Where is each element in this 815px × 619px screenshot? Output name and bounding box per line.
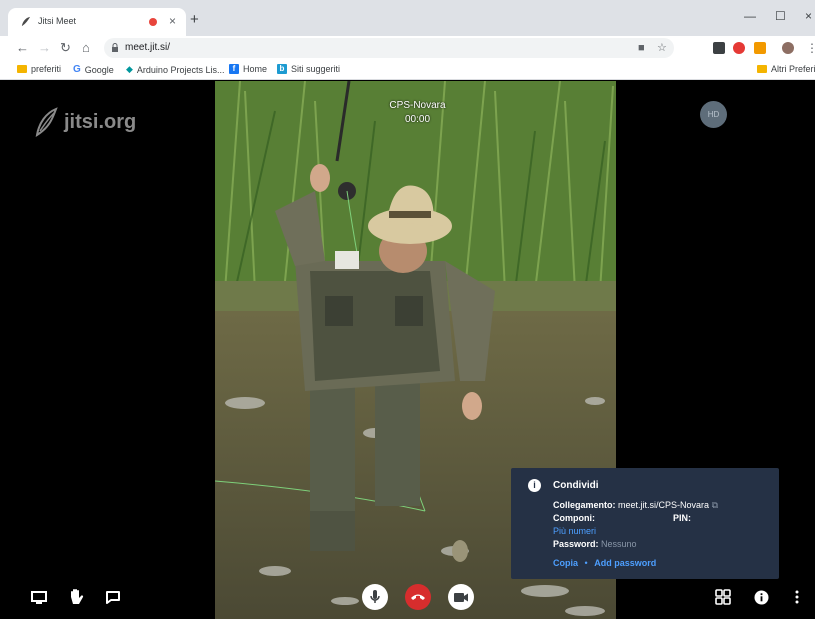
- more-options-button[interactable]: [790, 587, 804, 607]
- bing-icon: b: [277, 64, 287, 74]
- url-text: meet.jit.si/: [125, 42, 171, 53]
- tile-view-button[interactable]: [713, 587, 733, 607]
- bookmark-home[interactable]: f Home: [229, 64, 267, 74]
- bookmark-siti-suggeriti[interactable]: b Siti suggeriti: [277, 64, 340, 74]
- reload-icon[interactable]: ↻: [60, 39, 71, 57]
- jitsi-favicon-icon: [21, 16, 31, 27]
- dial-in-label: Componi:: [553, 513, 595, 523]
- hangup-button[interactable]: [405, 584, 431, 610]
- room-name: CPS-Novara: [389, 100, 446, 111]
- meeting-link[interactable]: meet.jit.si/CPS-Novara: [618, 500, 709, 510]
- dial-in-row: Componi: PIN:: [553, 513, 691, 523]
- recording-indicator-icon: [149, 18, 157, 26]
- actions-separator: •: [584, 558, 588, 568]
- info-actions: Copia • Add password: [553, 558, 656, 568]
- facebook-icon: f: [229, 64, 239, 74]
- bookmark-arduino[interactable]: ◆ Arduino Projects Lis...: [126, 64, 224, 75]
- lock-icon: [112, 43, 118, 52]
- jitsi-logo[interactable]: jitsi.org: [34, 107, 136, 137]
- share-screen-button[interactable]: [30, 589, 48, 607]
- maximize-button[interactable]: ☐: [775, 9, 786, 23]
- profile-avatar-icon[interactable]: [782, 42, 794, 54]
- home-icon[interactable]: ⌂: [82, 39, 90, 57]
- video-camera-icon: [454, 592, 468, 602]
- password-row: Password: Nessuno: [553, 539, 637, 549]
- more-vertical-icon: [795, 590, 799, 604]
- phone-hangup-icon: [411, 594, 425, 600]
- browser-toolbar: ← → ↻ ⌂ meet.jit.si/ ■ ☆ ⋮: [0, 36, 815, 60]
- more-numbers-link[interactable]: Più numeri: [553, 526, 596, 536]
- browser-window: Jitsi Meet × + — ☐ × ← → ↻ ⌂ meet.jit.si…: [0, 0, 815, 619]
- copy-link-icon[interactable]: ⧉: [712, 500, 718, 510]
- extension-reader-icon[interactable]: [713, 42, 725, 54]
- info-icon: i: [528, 479, 541, 492]
- call-timer: 00:00: [404, 114, 431, 125]
- tab-title: Jitsi Meet: [38, 16, 77, 26]
- copy-button[interactable]: Copia: [553, 558, 578, 568]
- tab-strip: Jitsi Meet × + — ☐ ×: [0, 0, 815, 36]
- camera-button[interactable]: [448, 584, 474, 610]
- folder-icon: [17, 65, 27, 73]
- video-quality-badge[interactable]: HD: [700, 101, 727, 128]
- bookmark-star-icon[interactable]: ☆: [657, 42, 667, 54]
- tab-jitsi-meet[interactable]: Jitsi Meet ×: [8, 8, 186, 36]
- chat-icon: [106, 590, 120, 604]
- raise-hand-button[interactable]: [66, 587, 86, 607]
- bookmark-preferiti[interactable]: preferiti: [17, 64, 61, 74]
- password-value: Nessuno: [601, 539, 637, 549]
- microphone-button[interactable]: [362, 584, 388, 610]
- forward-icon[interactable]: →: [38, 39, 51, 57]
- meeting-link-row: Collegamento: meet.jit.si/CPS-Novara ⧉: [553, 500, 719, 510]
- meeting-stage: jitsi.org CPS-Novara 00:00 HD i Condivid…: [0, 81, 815, 619]
- chat-button[interactable]: [104, 588, 122, 606]
- bookmark-google[interactable]: G Google: [73, 64, 114, 75]
- microphone-icon: [370, 590, 380, 603]
- browser-menu-icon[interactable]: ⋮: [806, 39, 815, 57]
- logo-text: jitsi.org: [64, 110, 137, 133]
- address-bar[interactable]: meet.jit.si/ ■ ☆: [104, 38, 674, 58]
- info-panel-title: Condividi: [553, 480, 599, 491]
- google-icon: G: [73, 64, 81, 75]
- tab-close-icon[interactable]: ×: [169, 13, 176, 29]
- arduino-icon: ◆: [126, 64, 133, 74]
- jitsi-leaf-icon: [35, 107, 58, 137]
- meeting-info-panel: i Condividi Collegamento: meet.jit.si/CP…: [511, 468, 779, 579]
- new-tab-button[interactable]: +: [190, 12, 199, 28]
- minimize-button[interactable]: —: [744, 9, 756, 23]
- tile-view-icon: [715, 589, 731, 605]
- pin-label: PIN:: [673, 513, 691, 523]
- close-window-button[interactable]: ×: [805, 9, 812, 23]
- screen-share-icon: [31, 591, 47, 604]
- raise-hand-icon: [71, 589, 84, 604]
- folder-icon: [757, 65, 767, 73]
- bookmark-other-folder[interactable]: Altri Preferiti: [757, 64, 815, 74]
- info-circle-icon: [754, 590, 768, 604]
- info-button[interactable]: [751, 587, 771, 607]
- bookmarks-bar: preferiti G Google ◆ Arduino Projects Li…: [0, 60, 815, 80]
- adblock-icon[interactable]: [733, 42, 745, 54]
- camera-in-use-icon[interactable]: ■: [638, 42, 645, 54]
- extension-orange-icon[interactable]: [754, 42, 766, 54]
- add-password-button[interactable]: Add password: [594, 558, 656, 568]
- back-icon[interactable]: ←: [16, 39, 29, 57]
